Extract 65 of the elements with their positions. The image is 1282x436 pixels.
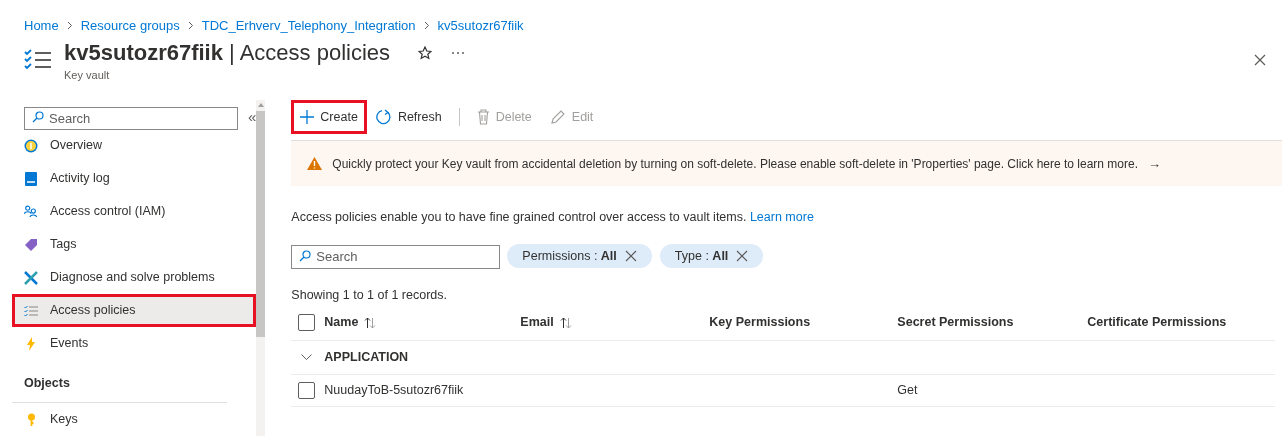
scrollbar-thumb[interactable] (256, 111, 266, 337)
description-text: Access policies enable you to have fine grained control over access to vault items. Learn more (291, 209, 815, 226)
table-cell-text: NuudayToB-5sutozr67fiik (324, 382, 464, 400)
sort-icon[interactable] (364, 316, 377, 329)
chevron-down-icon (301, 354, 313, 361)
checkbox[interactable] (298, 314, 316, 331)
star-icon[interactable] (418, 46, 433, 60)
resource-type: Key vault (64, 68, 111, 82)
breadcrumb-link[interactable]: kv5sutozr67fiik (437, 15, 524, 36)
search-icon (32, 111, 44, 123)
chevron-icon (66, 21, 73, 30)
key-icon (26, 412, 36, 427)
group-header[interactable]: APPLICATION (291, 341, 1276, 375)
breadcrumb-link[interactable]: TDC_Erhverv_Telephony_Integration (201, 15, 416, 36)
column-header[interactable]: Certificate Permissions (1087, 313, 1227, 332)
column-header[interactable]: Key Permissions (709, 313, 811, 332)
breadcrumb-link[interactable]: Resource groups (80, 15, 180, 36)
chevron-icon (187, 21, 194, 30)
refresh-icon (375, 109, 392, 125)
toolbar-button[interactable]: Refresh (366, 100, 451, 134)
lightbulb-icon (24, 138, 38, 153)
column-header[interactable]: Secret Permissions (897, 313, 1014, 332)
trash-icon (476, 109, 490, 125)
tools-icon (24, 270, 38, 285)
close-icon[interactable] (624, 250, 637, 262)
log-icon (25, 171, 37, 186)
breadcrumb-link[interactable]: Home (24, 15, 59, 36)
nav-item[interactable]: Tags (12, 228, 257, 261)
list-check-icon (24, 48, 52, 72)
chevron-icon (423, 21, 430, 30)
search-field[interactable]: Search (24, 107, 238, 130)
close-icon[interactable] (736, 250, 749, 262)
table-cell-text: Get (897, 382, 918, 400)
nav-item[interactable]: Events (12, 327, 257, 360)
page-title: kv5sutozr67fiik | Access policies (64, 39, 391, 67)
people-icon (24, 205, 38, 218)
lightning-icon (26, 336, 36, 351)
warning-banner[interactable]: Quickly protect your Key vault from accidental deletion by turning on soft-delete. Please enable soft-delete in 'Properties' page. Click here to learn more. → (291, 140, 1282, 186)
nav-item[interactable]: Access policies (12, 294, 257, 327)
warning-icon (307, 157, 323, 170)
filter-pill[interactable]: Type : All (659, 244, 764, 268)
column-header[interactable]: Email (520, 313, 572, 332)
arrow-icon: → (1148, 153, 1162, 174)
list-check-icon (24, 304, 38, 317)
nav-item[interactable]: Keys (12, 403, 257, 436)
column-header[interactable]: Name (324, 313, 377, 332)
checkbox[interactable] (298, 382, 316, 399)
plus-icon (300, 110, 315, 124)
nav-item[interactable]: Activity log (12, 162, 257, 195)
nav-item[interactable]: Overview (12, 129, 257, 162)
close-icon[interactable] (1254, 54, 1266, 66)
learn-more-link[interactable]: Learn more (749, 210, 814, 224)
record-count: Showing 1 to 1 of 1 records. (291, 287, 448, 302)
nav-item[interactable]: Diagnose and solve problems (12, 261, 257, 294)
banner-text: Quickly protect your Key vault from accidental deletion by turning on soft-delete. Please enable soft-delete in 'Properties' page. Click here to learn more. (332, 155, 1139, 173)
filter-pill[interactable]: Permissions : All (507, 244, 652, 268)
pencil-icon (549, 109, 566, 125)
nav-item[interactable]: Access control (IAM) (12, 195, 257, 228)
toolbar-button[interactable]: Create (291, 100, 367, 134)
collapse-button[interactable]: « (248, 106, 257, 129)
search-field[interactable]: Search (291, 244, 501, 269)
section-heading: Objects (23, 375, 71, 392)
sort-icon[interactable] (559, 316, 572, 329)
search-icon (299, 250, 312, 262)
tag-icon (24, 237, 38, 252)
